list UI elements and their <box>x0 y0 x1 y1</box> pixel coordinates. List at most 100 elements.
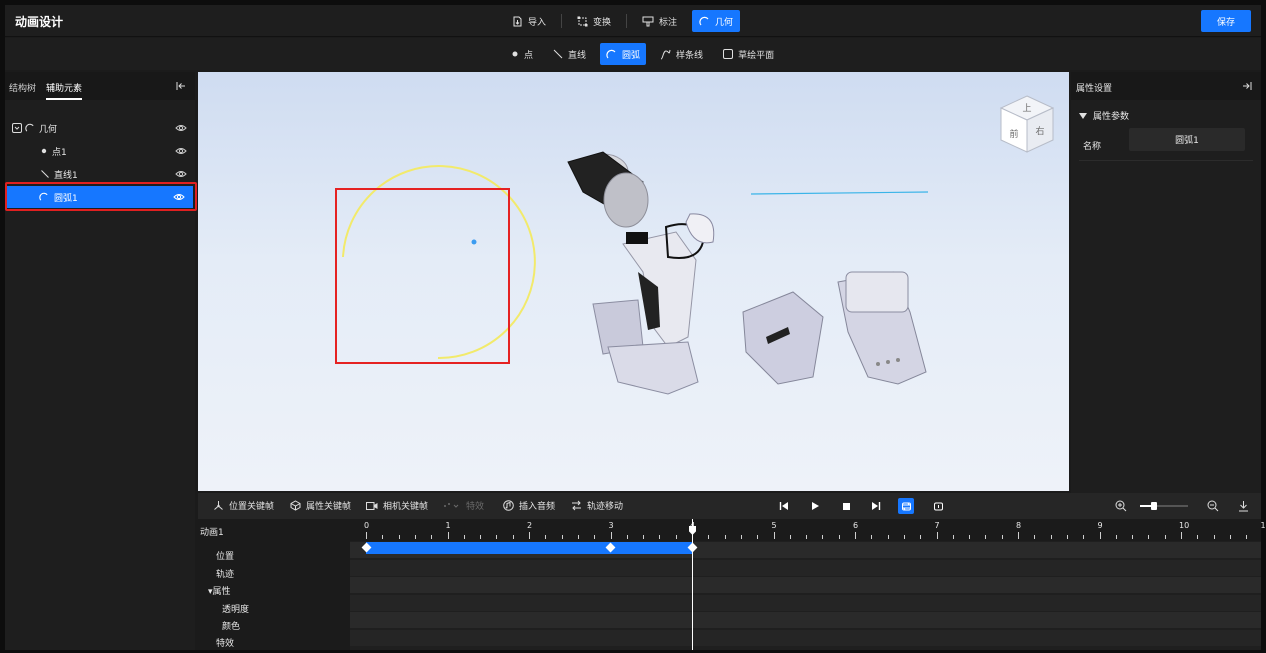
collapse-toggle-icon[interactable] <box>12 123 22 133</box>
loop-toggle-button[interactable] <box>898 498 914 514</box>
view-cube[interactable]: 上 前 右 <box>999 94 1055 154</box>
sketch-plane-tool-button[interactable]: 草绘平面 <box>717 43 780 65</box>
3d-viewport[interactable]: 上 前 右 <box>198 72 1069 491</box>
geometry-toolbar: 点 直线 圆弧 样条线 草绘平面 <box>5 38 1261 70</box>
name-field[interactable]: 圆弧1 <box>1129 128 1245 151</box>
track-label-attributes[interactable]: ▾属性 <box>208 584 231 597</box>
annotate-label: 标注 <box>659 17 678 28</box>
ruler-tick <box>463 535 465 539</box>
ruler-tick <box>952 535 954 539</box>
play-icon <box>812 502 819 510</box>
ruler-tick <box>577 535 579 539</box>
property-keyframe-button[interactable]: 属性关键帧 <box>290 499 351 512</box>
track-trajectory[interactable] <box>350 560 1261 576</box>
ruler-tick-label: 8 <box>1016 521 1022 530</box>
geometry-button[interactable]: 几何 <box>692 10 741 32</box>
zoom-slider[interactable] <box>1140 502 1188 510</box>
visibility-eye-icon[interactable] <box>175 123 187 133</box>
effect-icon <box>444 502 459 508</box>
track-attributes[interactable] <box>350 577 1261 593</box>
line-tool-label: 直线 <box>568 50 587 61</box>
ruler-tick <box>806 535 808 539</box>
ruler-tick <box>496 535 498 539</box>
ruler-tick <box>1001 535 1003 539</box>
drill-chuck-part <box>567 151 649 228</box>
tree-item-geometry[interactable]: 几何 <box>5 117 195 139</box>
zoom-out-icon[interactable] <box>1207 500 1219 512</box>
tree-item-label: 直线1 <box>54 170 78 181</box>
track-effect[interactable] <box>350 630 1261 646</box>
position-keyframe-button[interactable]: 位置关键帧 <box>213 499 274 512</box>
name-label: 名称 <box>1083 142 1102 152</box>
track-label-opacity: 透明度 <box>222 605 250 615</box>
visibility-eye-icon[interactable] <box>175 146 187 156</box>
ruler-tick-label: 9 <box>1097 521 1103 530</box>
annotate-button[interactable]: 标注 <box>635 10 684 32</box>
visibility-eye-icon[interactable] <box>175 169 187 179</box>
play-once-button[interactable] <box>930 498 946 514</box>
step-forward-button[interactable] <box>868 498 884 514</box>
triangle-down-icon <box>1079 112 1087 119</box>
tree-item-point1[interactable]: 点1 <box>5 140 195 162</box>
step-back-button[interactable] <box>776 498 792 514</box>
ruler-tick <box>366 532 367 539</box>
time-ruler[interactable]: 0123456789101 <box>350 519 1266 541</box>
insert-audio-button[interactable]: 插入音频 <box>503 499 555 512</box>
play-button[interactable] <box>807 498 823 514</box>
ruler-tick <box>545 535 547 539</box>
arc-icon <box>25 123 34 132</box>
ruler-tick <box>1034 535 1036 539</box>
camera-keyframe-button[interactable]: 相机关键帧 <box>366 499 428 512</box>
line-tool-button[interactable]: 直线 <box>547 43 592 65</box>
position-keyframe-label: 位置关键帧 <box>229 502 275 512</box>
point-icon <box>512 51 518 57</box>
properties-panel: 属性设置 属性参数 名称 圆弧1 <box>1071 72 1261 495</box>
save-button[interactable]: 保存 <box>1201 10 1251 32</box>
collapse-panel-icon[interactable] <box>175 80 187 92</box>
ruler-tick <box>985 535 987 539</box>
spline-tool-button[interactable]: 样条线 <box>654 43 709 65</box>
section-label: 属性参数 <box>1093 112 1130 122</box>
track-label-effect: 特效 <box>216 639 235 649</box>
ruler-tick-label: 5 <box>771 521 777 530</box>
ruler-tick <box>398 535 400 539</box>
track-label-color: 颜色 <box>222 622 241 632</box>
sketch-plane-tool-label: 草绘平面 <box>738 50 775 61</box>
ruler-tick <box>1148 535 1150 539</box>
import-button[interactable]: 导入 <box>505 10 553 32</box>
ruler-tick <box>561 535 563 539</box>
point-tool-label: 点 <box>524 50 534 61</box>
ruler-tick <box>675 535 677 539</box>
stop-button[interactable] <box>838 498 854 514</box>
transform-button[interactable]: 变换 <box>570 10 618 32</box>
ruler-tick <box>1066 535 1068 539</box>
ruler-tick <box>414 535 416 539</box>
timeline-track-labels: 动画1 位置 轨迹 ▾属性 透明度 颜色 特效 <box>198 519 350 650</box>
ruler-tick <box>512 535 514 539</box>
zoom-in-icon[interactable] <box>1115 500 1127 512</box>
import-label: 导入 <box>528 17 547 28</box>
download-icon[interactable] <box>1238 500 1249 512</box>
properties-section-header[interactable]: 属性参数 <box>1079 109 1129 122</box>
timeline-tracks[interactable]: 0123456789101 <box>350 519 1266 650</box>
arc-tool-label: 圆弧 <box>622 50 641 61</box>
top-bar: 动画设计 导入 变换 标注 几何 保存 <box>5 5 1261 37</box>
collapse-panel-icon[interactable] <box>1241 80 1253 92</box>
zoom-slider-thumb[interactable] <box>1151 502 1157 510</box>
arc-tool-button[interactable]: 圆弧 <box>600 43 647 65</box>
track-color[interactable] <box>350 612 1261 628</box>
stop-icon <box>842 502 850 510</box>
ruler-tick <box>382 535 384 539</box>
property-keyframe-icon <box>290 500 301 511</box>
position-keyframe-span[interactable] <box>366 542 692 554</box>
ruler-tick-label: 7 <box>934 521 940 530</box>
ruler-tick <box>920 535 922 539</box>
effect-button[interactable]: 特效 <box>443 499 484 512</box>
track-move-button[interactable]: 轨迹移动 <box>571 499 623 512</box>
track-opacity[interactable] <box>350 595 1261 611</box>
app-title: 动画设计 <box>15 15 64 29</box>
point-tool-button[interactable]: 点 <box>505 43 539 65</box>
tab-auxiliary-elements[interactable]: 辅助元素 <box>46 81 83 100</box>
tab-structure-tree[interactable]: 结构树 <box>9 81 36 94</box>
playhead[interactable] <box>692 519 693 650</box>
